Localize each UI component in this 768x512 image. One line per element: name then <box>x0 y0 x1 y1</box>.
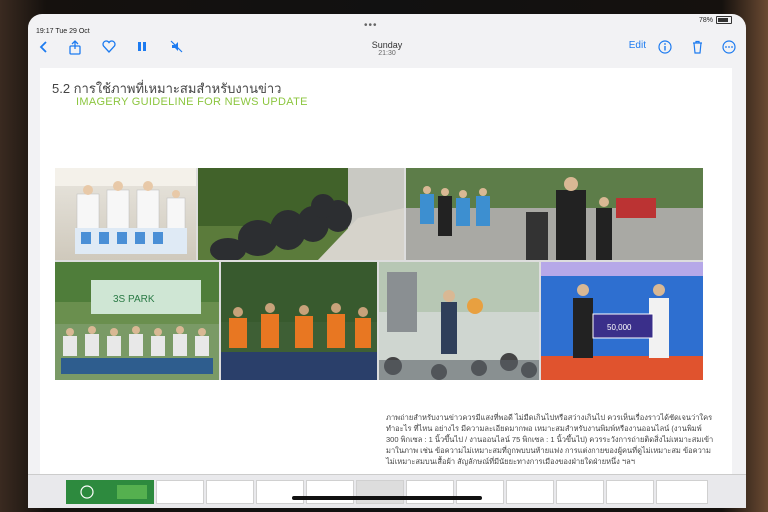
thumbnail-page[interactable] <box>156 480 204 504</box>
banner-text: 3S PARK <box>113 294 155 305</box>
thumbnail-page[interactable] <box>256 480 304 504</box>
thumbnail-page[interactable] <box>206 480 254 504</box>
trash-icon[interactable] <box>691 40 704 54</box>
photo-street-group <box>406 168 703 260</box>
document-page: 5.2 การใช้ภาพที่เหมาะสมสำหรับงานข่าว IMA… <box>40 68 732 474</box>
thumbnail-page[interactable] <box>406 480 454 504</box>
info-icon[interactable] <box>658 40 672 54</box>
thumbnail-page[interactable] <box>606 480 654 504</box>
section-heading-english: IMAGERY GUIDELINE FOR NEWS UPDATE <box>76 96 308 108</box>
home-indicator[interactable] <box>292 496 482 500</box>
photo-collage: 3S PARK 50,000 <box>55 168 703 380</box>
thumbnail-page[interactable] <box>456 480 504 504</box>
tablet-screen: 19:17 Tue 29 Oct 78% ••• Sunday 21:30 Ed… <box>28 14 746 508</box>
thumbnail-page[interactable] <box>656 480 708 504</box>
thumbnail-page[interactable] <box>506 480 554 504</box>
guideline-caption: ภาพถ่ายสำหรับงานข่าวควรมีแสงที่พอดี ไม่ม… <box>386 413 714 466</box>
thumbnail-strip[interactable] <box>28 474 746 508</box>
battery-percent: 78% <box>698 16 713 24</box>
thumbnail-page[interactable] <box>556 480 604 504</box>
award-board-text: 50,000 <box>607 323 632 332</box>
photo-garbage-bags <box>198 168 404 260</box>
thumbnail-page[interactable] <box>306 480 354 504</box>
multitask-dots-icon[interactable]: ••• <box>364 20 378 31</box>
title-time: 21:30 <box>378 50 396 57</box>
more-icon[interactable] <box>722 40 736 54</box>
photo-orange-vests <box>221 262 377 380</box>
photo-team-white-uniform <box>55 168 196 260</box>
edit-button[interactable]: Edit <box>629 40 646 51</box>
photo-press-interview <box>379 262 539 380</box>
thumbnail-current[interactable] <box>356 480 404 504</box>
photo-volunteer-group: 3S PARK <box>55 262 219 380</box>
battery-icon <box>716 16 732 24</box>
photos-toolbar: ••• Sunday 21:30 Edit <box>28 20 746 72</box>
photo-award-ceremony: 50,000 <box>541 262 703 380</box>
battery-indicator: 78% <box>699 16 732 24</box>
thumbnail-cover[interactable] <box>66 480 154 504</box>
